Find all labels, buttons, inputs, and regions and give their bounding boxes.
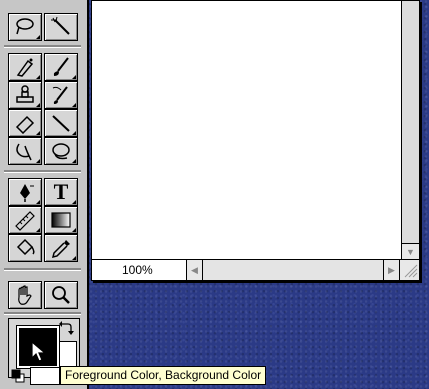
hand-tool-button[interactable] — [8, 281, 42, 309]
document-canvas[interactable] — [92, 1, 400, 259]
line-tool-button[interactable] — [44, 109, 78, 137]
zoom-level-field[interactable]: 100% — [92, 260, 187, 280]
paintbrush-icon — [53, 57, 69, 76]
zoom-tool-button[interactable] — [44, 281, 78, 309]
scroll-down-arrow-icon[interactable]: ▼ — [402, 243, 419, 259]
rubber-stamp-tool-button[interactable] — [8, 81, 42, 109]
gradient-tool-button[interactable] — [44, 206, 78, 234]
lasso-icon — [16, 18, 34, 35]
paint-bucket-icon — [16, 238, 35, 256]
lasso-tool-button[interactable] — [8, 13, 42, 41]
measure-tool-button[interactable] — [8, 206, 42, 234]
toolbox-divider — [4, 268, 81, 271]
magic-wand-icon — [51, 16, 70, 35]
scroll-right-arrow-icon[interactable]: ▶ — [383, 260, 399, 280]
type-icon: T — [53, 179, 69, 204]
tooltip: Foreground Color, Background Color — [60, 366, 267, 385]
toolbox-divider — [4, 45, 81, 48]
toolbox-divider — [4, 312, 81, 315]
blur-icon — [16, 143, 32, 161]
hand-icon — [18, 285, 32, 305]
pen-icon — [20, 184, 34, 202]
airbrush-icon — [16, 58, 34, 77]
measure-icon — [15, 211, 35, 231]
gradient-icon — [51, 212, 71, 228]
eraser-tool-button[interactable] — [8, 109, 42, 137]
horizontal-scrollbar[interactable] — [203, 260, 383, 280]
default-colors-icon[interactable] — [11, 369, 25, 383]
history-brush-tool-button[interactable] — [44, 81, 78, 109]
paint-bucket-tool-button[interactable] — [8, 234, 42, 262]
vertical-scrollbar[interactable]: ▼ — [401, 1, 419, 259]
blur-tool-button[interactable] — [8, 137, 42, 165]
history-brush-icon — [52, 86, 68, 104]
resize-grip-icon[interactable] — [399, 260, 419, 280]
eyedropper-tool-button[interactable] — [44, 234, 78, 262]
swap-colors-icon[interactable] — [58, 320, 74, 336]
screen-mode-box — [30, 367, 60, 385]
line-icon — [52, 115, 70, 132]
magic-wand-tool-button[interactable] — [44, 13, 78, 41]
eraser-icon — [15, 115, 35, 134]
document-window: ▼ 100% ◀ ▶ — [91, 0, 420, 281]
rubber-stamp-icon — [16, 85, 34, 103]
type-tool-button[interactable]: T — [44, 178, 78, 206]
zoom-icon — [52, 286, 70, 304]
pen-tool-button[interactable] — [8, 178, 42, 206]
paintbrush-tool-button[interactable] — [44, 53, 78, 81]
eyedropper-icon — [51, 240, 70, 259]
scroll-left-arrow-icon[interactable]: ◀ — [187, 260, 203, 280]
toolbox-palette: T — [0, 0, 89, 389]
airbrush-tool-button[interactable] — [8, 53, 42, 81]
toolbox-divider — [4, 170, 81, 173]
burn-tool-button[interactable] — [44, 137, 78, 165]
burn-icon — [52, 143, 70, 160]
document-status-bar: 100% ◀ ▶ — [92, 259, 419, 280]
arrow-cursor-icon — [31, 341, 47, 362]
